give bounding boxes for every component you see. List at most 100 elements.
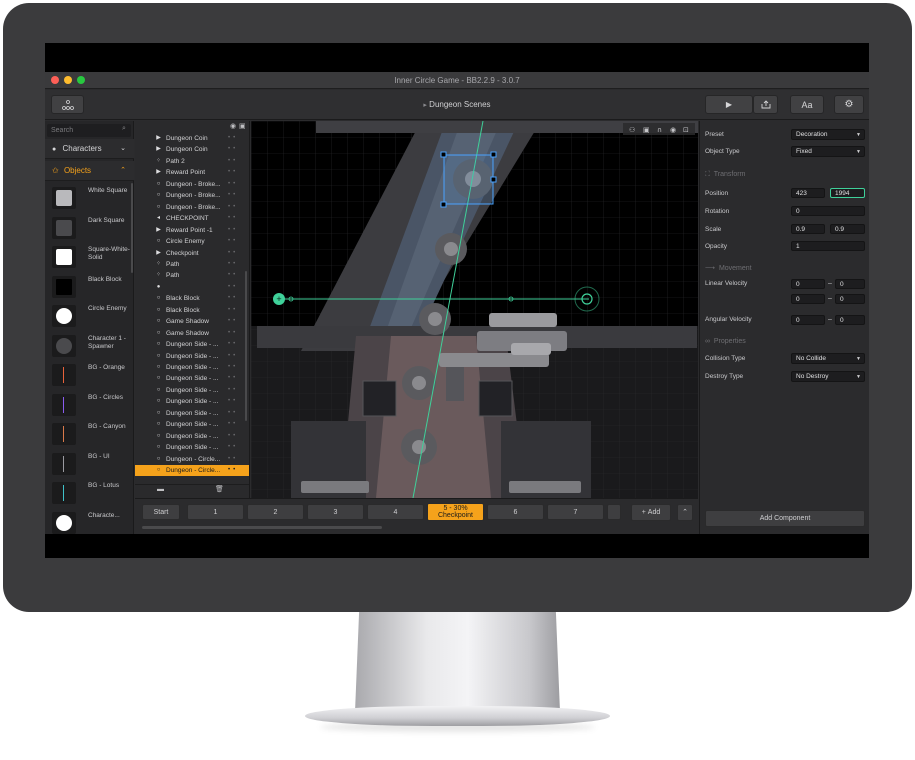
settings-button[interactable]: ⚙ <box>834 95 864 114</box>
visibility-lock-toggles[interactable]: •• <box>228 282 238 293</box>
text-button[interactable]: Aa <box>790 95 824 114</box>
object-item[interactable]: BG - Lotus <box>45 480 134 508</box>
hierarchy-item[interactable]: ○ Dungeon Side - ... •• <box>135 373 249 384</box>
hierarchy-item[interactable]: ◂ CHECKPOINT •• <box>135 213 249 224</box>
add-component-button[interactable]: Add Component <box>705 510 865 527</box>
hierarchy-item[interactable]: ○ Black Block •• <box>135 293 249 304</box>
search-input[interactable]: Search <box>47 124 131 137</box>
visibility-lock-toggles[interactable]: •• <box>228 465 238 476</box>
hierarchy-item[interactable]: ○ Dungeon - Broke... •• <box>135 179 249 190</box>
checkpoint-button[interactable]: 6 <box>487 504 544 520</box>
visibility-lock-toggles[interactable]: •• <box>228 133 238 144</box>
hierarchy-item[interactable]: ○ Circle Enemy •• <box>135 236 249 247</box>
hierarchy-item[interactable]: ○ Black Block •• <box>135 305 249 316</box>
close-window-button[interactable] <box>51 76 59 84</box>
destroy-type-select[interactable]: No Destroy ▼ <box>791 371 865 382</box>
minimize-window-button[interactable] <box>64 76 72 84</box>
hierarchy-item[interactable]: ▶ Checkpoint •• <box>135 248 249 259</box>
object-item[interactable]: White Square <box>45 185 134 213</box>
object-item[interactable]: Dark Square <box>45 215 134 243</box>
visibility-lock-toggles[interactable]: •• <box>228 179 238 190</box>
hierarchy-scrollbar[interactable] <box>245 271 247 421</box>
play-button[interactable]: ▶ <box>705 95 753 114</box>
checkpoint-button[interactable]: 2 <box>247 504 304 520</box>
hierarchy-item[interactable]: ▶ Reward Point -1 •• <box>135 225 249 236</box>
visibility-lock-toggles[interactable]: •• <box>228 305 238 316</box>
visibility-lock-toggles[interactable]: •• <box>228 339 238 350</box>
trash-icon[interactable]: 🗑 <box>215 485 224 493</box>
scene-canvas[interactable]: + ⚇ ▣ ∩ ◉ ⊡ <box>251 121 698 498</box>
checkpoint-button[interactable]: 1 <box>187 504 244 520</box>
zoom-window-button[interactable] <box>77 76 85 84</box>
hierarchy-item[interactable]: ⁘ Path •• <box>135 270 249 281</box>
object-type-select[interactable]: Fixed ▼ <box>791 146 865 157</box>
crop-icon[interactable]: ⊡ <box>683 126 689 134</box>
hierarchy-item[interactable]: ○ Game Shadow •• <box>135 328 249 339</box>
visibility-eye-icon[interactable]: ◉ <box>230 122 236 130</box>
object-item[interactable]: BG - UI <box>45 451 134 479</box>
angular-velocity-min[interactable]: 0 <box>791 315 825 325</box>
object-item[interactable]: Square-White-Solid <box>45 244 134 272</box>
hierarchy-item[interactable]: ○ Dungeon Side - ... •• <box>135 431 249 442</box>
add-checkpoint-button[interactable]: + Add <box>631 504 671 521</box>
checkpoint-button-partial[interactable] <box>607 504 621 520</box>
visibility-lock-toggles[interactable]: •• <box>228 248 238 259</box>
hierarchy-item[interactable]: ○ Dungeon Side - ... •• <box>135 442 249 453</box>
object-item[interactable]: BG - Canyon <box>45 421 134 449</box>
checkpoint-button[interactable]: Start <box>142 504 180 520</box>
checkpoint-button[interactable]: 3 <box>307 504 364 520</box>
object-item[interactable]: Characte... <box>45 510 134 538</box>
magnet-icon[interactable]: ∩ <box>657 126 662 134</box>
visibility-lock-toggles[interactable]: •• <box>228 396 238 407</box>
hierarchy-item[interactable]: ● •• <box>135 282 249 293</box>
checkpoint-button[interactable]: 4 <box>367 504 424 520</box>
hierarchy-item[interactable]: ○ Dungeon Side - ... •• <box>135 351 249 362</box>
timeline-scrollbar[interactable] <box>142 526 382 529</box>
folder-icon[interactable]: ▬ <box>157 486 164 493</box>
hierarchy-item[interactable]: ○ Dungeon Side - ... •• <box>135 408 249 419</box>
visibility-lock-toggles[interactable]: •• <box>228 328 238 339</box>
hierarchy-item[interactable]: ○ Dungeon Side - ... •• <box>135 419 249 430</box>
hierarchy-item[interactable]: ○ Game Shadow •• <box>135 316 249 327</box>
visibility-lock-toggles[interactable]: •• <box>228 419 238 430</box>
visibility-lock-toggles[interactable]: •• <box>228 431 238 442</box>
visibility-lock-toggles[interactable]: •• <box>228 213 238 224</box>
object-item[interactable]: BG - Orange <box>45 362 134 390</box>
expand-timeline-button[interactable]: ⌃ <box>677 504 693 521</box>
hierarchy-item[interactable]: ○ Dungeon Side - ... •• <box>135 339 249 350</box>
visibility-lock-toggles[interactable]: •• <box>228 225 238 236</box>
category-objects[interactable]: ✩ Objects ⌃ <box>45 161 134 181</box>
hierarchy-item[interactable]: ○ Dungeon Side - ... •• <box>135 396 249 407</box>
visibility-lock-toggles[interactable]: •• <box>228 316 238 327</box>
position-y-field[interactable]: 1994 <box>830 188 865 198</box>
visibility-lock-toggles[interactable]: •• <box>228 259 238 270</box>
lock-view-icon[interactable]: ▣ <box>643 126 650 134</box>
checkpoint-button[interactable]: 7 <box>547 504 604 520</box>
hierarchy-item[interactable]: ○ Dungeon - Circle... •• <box>135 454 249 465</box>
angular-velocity-max[interactable]: 0 <box>835 315 865 325</box>
hierarchy-item[interactable]: ⁘ Path 2 •• <box>135 156 249 167</box>
export-button[interactable] <box>753 95 778 114</box>
hierarchy-item[interactable]: ○ Dungeon Side - ... •• <box>135 385 249 396</box>
scale-x-field[interactable]: 0.9 <box>791 224 825 234</box>
checkpoint-button[interactable]: 5 - 30% Checkpoint <box>427 503 484 521</box>
rotation-field[interactable]: 0 <box>791 206 865 216</box>
visibility-lock-toggles[interactable]: •• <box>228 236 238 247</box>
category-characters[interactable]: ● Characters ⌄ <box>45 139 134 159</box>
scene-viewport[interactable]: + ⚇ ▣ ∩ ◉ ⊡ <box>251 121 698 498</box>
visibility-lock-toggles[interactable]: •• <box>228 293 238 304</box>
linear-velocity-y-max[interactable]: 0 <box>835 294 865 304</box>
visibility-lock-toggles[interactable]: •• <box>228 190 238 201</box>
hierarchy-item[interactable]: ▶ Reward Point •• <box>135 167 249 178</box>
object-item[interactable]: Character 1 - Spawner <box>45 333 134 361</box>
hierarchy-item[interactable]: ○ Dungeon - Broke... •• <box>135 190 249 201</box>
visibility-lock-toggles[interactable]: •• <box>228 156 238 167</box>
visibility-lock-toggles[interactable]: •• <box>228 385 238 396</box>
hierarchy-item[interactable]: ▶ Dungeon Coin •• <box>135 144 249 155</box>
linear-velocity-y-min[interactable]: 0 <box>791 294 825 304</box>
visibility-lock-toggles[interactable]: •• <box>228 362 238 373</box>
object-item[interactable]: Black Block <box>45 274 134 302</box>
hierarchy-item[interactable]: ○ Dungeon - Circle... •• <box>135 465 249 477</box>
visibility-lock-toggles[interactable]: •• <box>228 351 238 362</box>
objects-scrollbar[interactable] <box>131 183 133 273</box>
